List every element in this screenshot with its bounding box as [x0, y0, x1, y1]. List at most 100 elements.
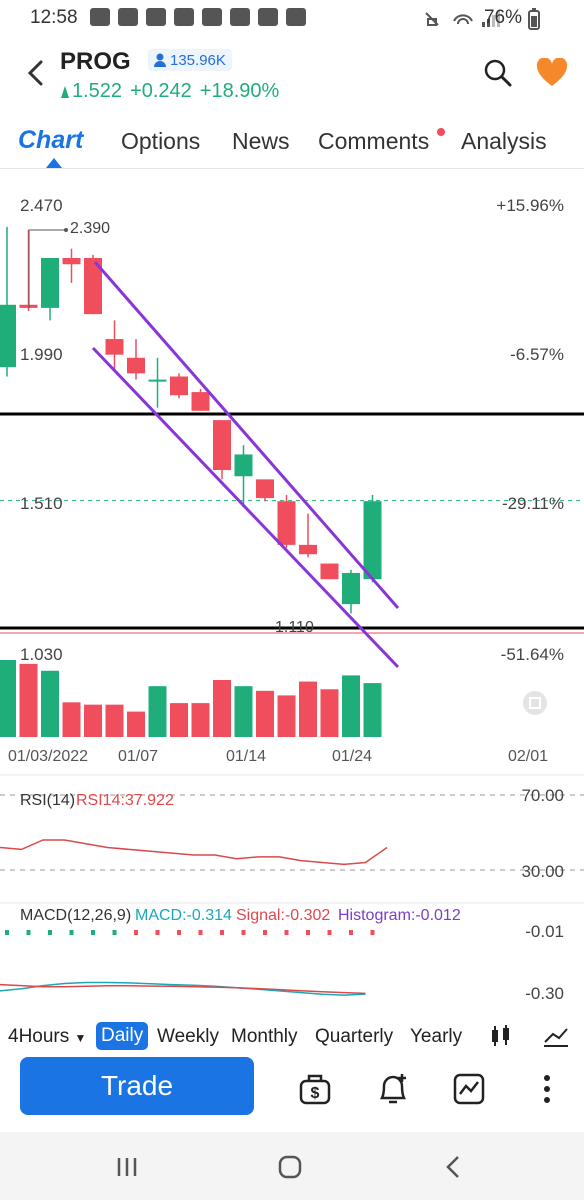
candle-body: [105, 339, 124, 355]
channel-upper-line: [93, 261, 400, 609]
volume-bar: [363, 683, 382, 737]
x-axis-label: 01/24: [332, 748, 373, 765]
tab-chart[interactable]: Chart: [18, 126, 83, 155]
price-change-pct: +18.90%: [199, 80, 280, 102]
candle-body: [299, 544, 317, 555]
volume-bar: [320, 689, 339, 737]
recent-apps-icon[interactable]: [116, 1156, 138, 1178]
active-tab-indicator: [46, 158, 62, 168]
macd-histogram-bar: [263, 930, 267, 935]
price-change: +0.242: [130, 80, 192, 102]
macd-level-lower: -0.30: [525, 984, 564, 1003]
macd-value-label: MACD:-0.314: [135, 907, 232, 924]
signal-line: [0, 983, 366, 995]
home-icon[interactable]: [278, 1155, 302, 1179]
twitter-icon: [174, 8, 194, 26]
candle-body: [213, 420, 231, 471]
back-nav-icon[interactable]: [444, 1155, 462, 1179]
macd-histogram-bar: [155, 930, 160, 935]
period-daily[interactable]: Daily: [96, 1022, 149, 1050]
tab-options[interactable]: Options: [121, 128, 200, 155]
gmail-icon: [118, 8, 138, 26]
quote-header: PROG 135.96K 1.522 +0.242 +18.90%: [0, 36, 584, 116]
volume-bar: [148, 686, 167, 737]
favorite-heart-icon[interactable]: [536, 58, 568, 88]
period-weekly[interactable]: Weekly: [157, 1026, 219, 1048]
volume-bar: [127, 711, 145, 737]
macd-histogram-bar: [134, 930, 138, 935]
macd-histogram-bar: [5, 930, 9, 935]
more-options-icon[interactable]: [530, 1072, 564, 1106]
portfolio-chart-icon[interactable]: [452, 1072, 486, 1106]
volume-bar: [213, 680, 231, 737]
volume-bar: [342, 675, 360, 737]
y-axis-label-left: 1.510: [20, 494, 63, 513]
back-arrow-icon[interactable]: [24, 60, 50, 86]
macd-histogram-bar: [69, 930, 74, 935]
macd-histogram-bar: [306, 930, 310, 935]
candle-body: [320, 563, 339, 580]
add-alert-bell-icon[interactable]: [376, 1072, 410, 1106]
candle-body: [127, 357, 145, 374]
period-quarterly[interactable]: Quarterly: [315, 1026, 393, 1048]
macd-histogram-bar: [198, 930, 203, 935]
period-4hours[interactable]: 4Hours ▼: [8, 1026, 86, 1048]
gallery-icon: [258, 8, 278, 26]
macd-histogram-bar: [177, 930, 181, 935]
status-time: 12:58: [30, 7, 78, 28]
y-axis-label-left: 2.470: [20, 196, 63, 215]
x-axis-label: 01/14: [226, 748, 267, 765]
volume-bar: [84, 704, 102, 737]
tab-analysis[interactable]: Analysis: [461, 128, 547, 155]
unread-dot: [437, 128, 445, 136]
macd-histogram-bar: [327, 930, 332, 935]
volume-bar: [191, 703, 210, 737]
x-axis-label: 02/01: [508, 748, 549, 765]
rsi-level-upper: 70.00: [521, 786, 564, 805]
low-marker-label: 1.110: [275, 619, 314, 636]
candle-body: [277, 501, 296, 545]
volume-bar: [234, 686, 253, 737]
followers-badge[interactable]: 135.96K: [148, 49, 232, 71]
ticker-symbol: PROG: [60, 48, 131, 75]
rsi-line: [0, 839, 388, 866]
high-marker-dot: [64, 227, 68, 232]
last-price: 1.522: [72, 80, 123, 102]
signal-value-label: Signal:-0.302: [236, 907, 331, 924]
status-bar: 12:58 76%: [0, 0, 584, 36]
candle-body: [363, 501, 382, 580]
search-icon[interactable]: [483, 58, 513, 88]
period-monthly[interactable]: Monthly: [231, 1026, 298, 1048]
notification-icons: [90, 8, 306, 26]
volume-bar: [277, 695, 296, 737]
candle-body: [191, 392, 210, 411]
y-axis-label-right: -29.11%: [501, 494, 564, 513]
candlestick-type-icon[interactable]: [490, 1024, 512, 1048]
pinwheel-icon: [146, 8, 166, 26]
expand-volume-icon[interactable]: [522, 690, 548, 716]
x-axis-label: 01/07: [118, 748, 159, 765]
candle-body: [41, 258, 59, 308]
tab-bar: Chart Options News Comments Analysis: [0, 120, 584, 169]
youtube-icon: [90, 8, 110, 26]
draw-tool-icon[interactable]: [543, 1024, 569, 1048]
volume-bar: [105, 704, 124, 737]
channel-lower-line: [91, 346, 400, 669]
volume-bar: [19, 663, 38, 737]
svg-text:$: $: [311, 1085, 320, 1102]
trade-button[interactable]: Trade: [20, 1057, 254, 1115]
volume-bar: [299, 681, 317, 737]
volume-bar: [0, 660, 16, 737]
macd-histogram-bar: [349, 930, 353, 935]
price-chart[interactable]: [0, 168, 584, 1018]
tab-comments[interactable]: Comments: [318, 128, 429, 155]
dollar-bag-icon[interactable]: $: [298, 1072, 332, 1106]
tab-news[interactable]: News: [232, 128, 290, 155]
battery-icon: [528, 8, 540, 30]
candle-body: [0, 304, 16, 368]
amazon-icon: [202, 8, 222, 26]
stocks-icon: [230, 8, 250, 26]
candle-body: [62, 258, 81, 265]
y-axis-label-right: -51.64%: [500, 645, 564, 664]
period-yearly[interactable]: Yearly: [410, 1026, 462, 1048]
